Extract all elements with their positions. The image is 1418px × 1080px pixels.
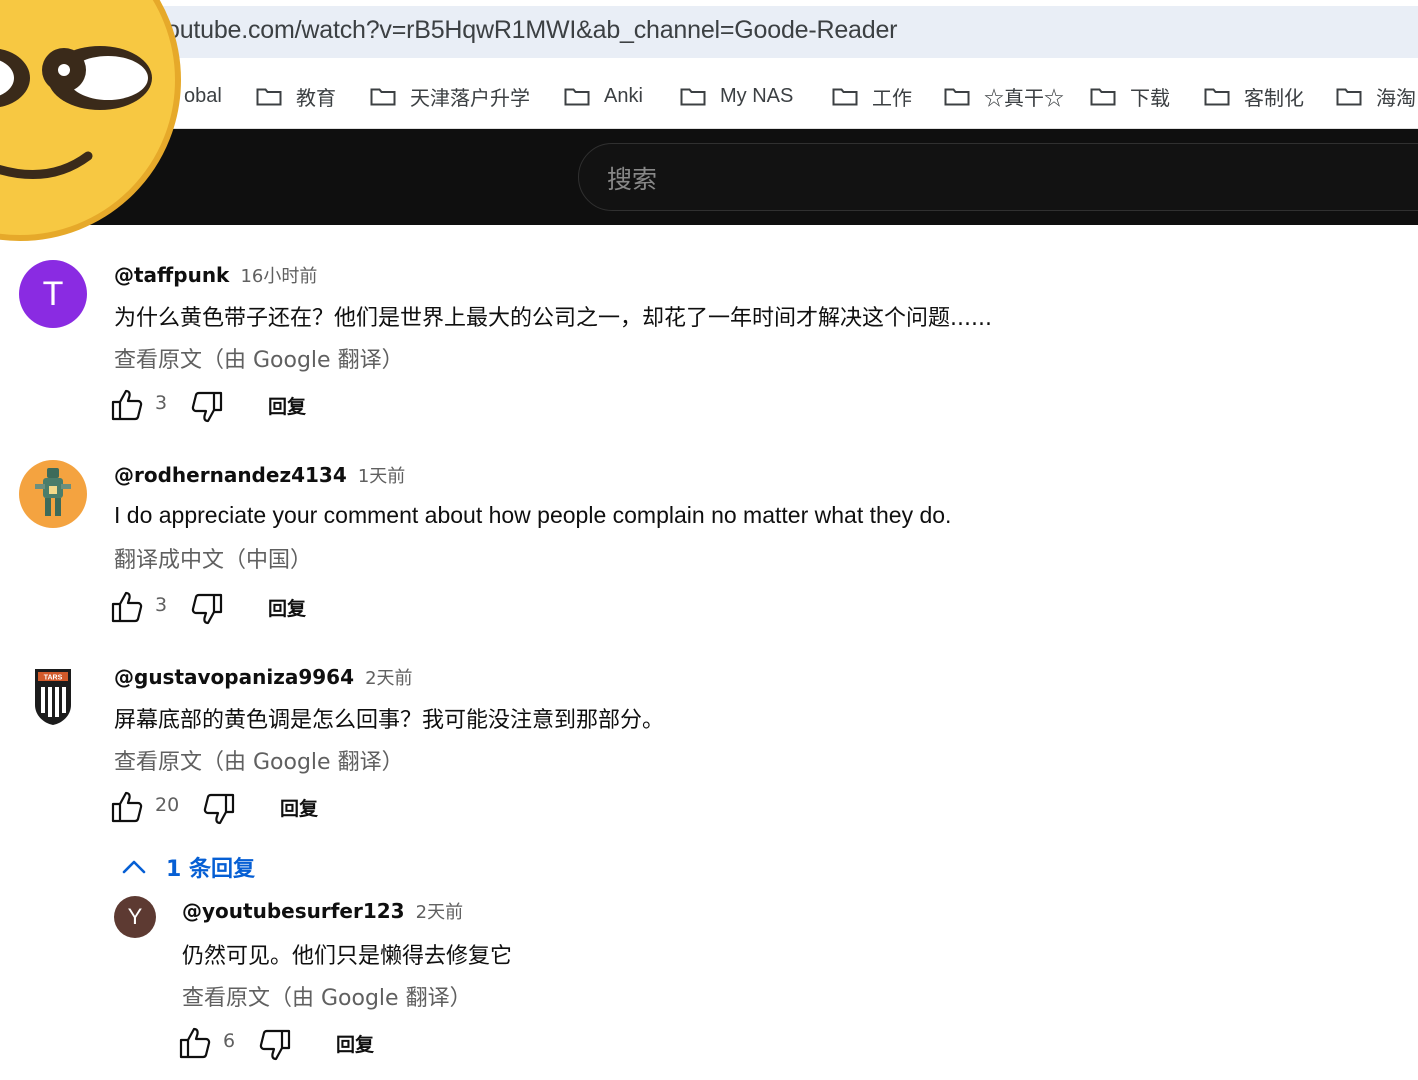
like-button[interactable] [178,1026,212,1060]
comment-item: T @taffpunk 16小时前 为什么黄色带子还在？他们是世界上最大的公司之… [0,258,1418,438]
translate-link[interactable]: 翻译成中文（中国） [114,542,312,574]
youtube-masthead: 搜索 [0,129,1418,225]
bookmark-label: 海淘 [1376,87,1416,110]
comment-text: 仍然可见。他们只是懒得去修复它 [182,944,513,969]
avatar[interactable] [19,460,87,528]
folder-icon [832,88,858,105]
reply-button[interactable]: 回复 [336,1030,374,1057]
address-bar: outube.com/watch?v=rB5HqwR1MWI&ab_channe… [0,0,1418,64]
bookmark-tianjin[interactable]: 天津落户升学 [370,82,530,110]
translate-link[interactable]: 查看原文（由 Google 翻译） [114,342,404,374]
folder-icon [1336,88,1362,105]
tars-shield-icon: TARS [35,669,71,725]
like-count: 3 [155,392,168,414]
comment-text: 屏幕底部的黄色调是怎么回事？我可能没注意到那部分。 [114,708,665,733]
avatar[interactable]: TARS [19,662,87,730]
folder-icon [370,88,396,105]
reply-button[interactable]: 回复 [280,794,318,821]
comment-timestamp[interactable]: 2天前 [365,668,412,689]
dislike-button[interactable] [202,792,236,826]
bookmark-anki[interactable]: Anki [564,82,643,110]
bookmark-label: 工作 [872,87,912,110]
comment-text: I do appreciate your comment about how p… [114,502,952,528]
replies-toggle-button[interactable]: 1 条回复 [120,850,255,884]
like-button[interactable] [110,388,144,422]
folder-icon [1204,88,1230,105]
reply-button[interactable]: 回复 [268,594,306,621]
dislike-button[interactable] [190,592,224,626]
search-placeholder: 搜索 [607,165,658,194]
bookmark-mynas[interactable]: My NAS [680,82,793,110]
comment-timestamp[interactable]: 16小时前 [240,266,317,287]
dislike-button[interactable] [258,1028,292,1062]
avatar-letter: Y [127,904,143,929]
bookmark-label: Anki [604,84,643,107]
folder-icon [256,88,282,105]
bookmark-work[interactable]: 工作 [832,82,912,110]
avatar[interactable]: T [19,260,87,328]
comment-author[interactable]: @rodhernandez4134 [114,463,347,487]
like-count: 3 [155,594,168,616]
bookmark-zhengan[interactable]: ☆真干☆ [944,82,1064,110]
comment-author[interactable]: @youtubesurfer123 [182,899,405,923]
url-text[interactable]: outube.com/watch?v=rB5HqwR1MWI&ab_channe… [166,16,897,45]
like-count: 6 [223,1030,236,1052]
dislike-button[interactable] [190,390,224,424]
smirk-emoji-icon [0,0,181,241]
comment-timestamp[interactable]: 1天前 [358,466,405,487]
search-input[interactable]: 搜索 [578,143,1418,211]
folder-icon [944,88,970,105]
bookmark-custom[interactable]: 客制化 [1204,82,1304,110]
bookmark-haitao[interactable]: 海淘 [1336,82,1416,110]
comment-author[interactable]: @taffpunk [114,263,229,287]
comment-text: 为什么黄色带子还在？他们是世界上最大的公司之一，却花了一年时间才解决这个问题..… [114,306,992,331]
avatar-badge: TARS [44,675,63,682]
bookmark-label: My NAS [720,84,794,107]
translate-link[interactable]: 查看原文（由 Google 翻译） [114,744,404,776]
bookmark-label: 天津落户升学 [410,87,530,110]
folder-icon [564,88,590,105]
bookmark-label: 教育 [296,87,336,110]
avatar-letter: T [42,274,64,313]
folder-icon [1090,88,1116,105]
folder-icon [680,88,706,105]
like-button[interactable] [110,590,144,624]
comment-author[interactable]: @gustavopaniza9964 [114,665,354,689]
reply-button[interactable]: 回复 [268,392,306,419]
avatar[interactable]: Y [114,896,156,938]
avatar-figure-icon [35,468,71,516]
bookmark-label: 下载 [1130,87,1170,110]
like-button[interactable] [110,790,144,824]
comment-item: @rodhernandez4134 1天前 I do appreciate yo… [0,458,1418,638]
replies-count-label: 1 条回复 [166,857,255,882]
like-count: 20 [155,794,180,816]
bookmark-education[interactable]: 教育 [256,82,336,110]
chevron-up-icon [122,860,146,874]
comment-item: TARS @gustavopaniza9964 2天前 屏幕底部的黄色调是怎么回… [0,660,1418,850]
comment-timestamp[interactable]: 2天前 [416,902,463,923]
bookmarks-bar: obal 教育 天津落户升学 Anki My NAS 工作 ☆真干☆ 下载 客制… [0,64,1418,129]
translate-link[interactable]: 查看原文（由 Google 翻译） [182,980,472,1012]
bookmark-downloads[interactable]: 下载 [1090,82,1170,110]
reply-item: Y @youtubesurfer123 2天前 仍然可见。他们只是懒得去修复它 … [0,894,1418,1074]
bookmark-label: 客制化 [1244,87,1304,110]
bookmark-label: ☆真干☆ [984,87,1064,110]
